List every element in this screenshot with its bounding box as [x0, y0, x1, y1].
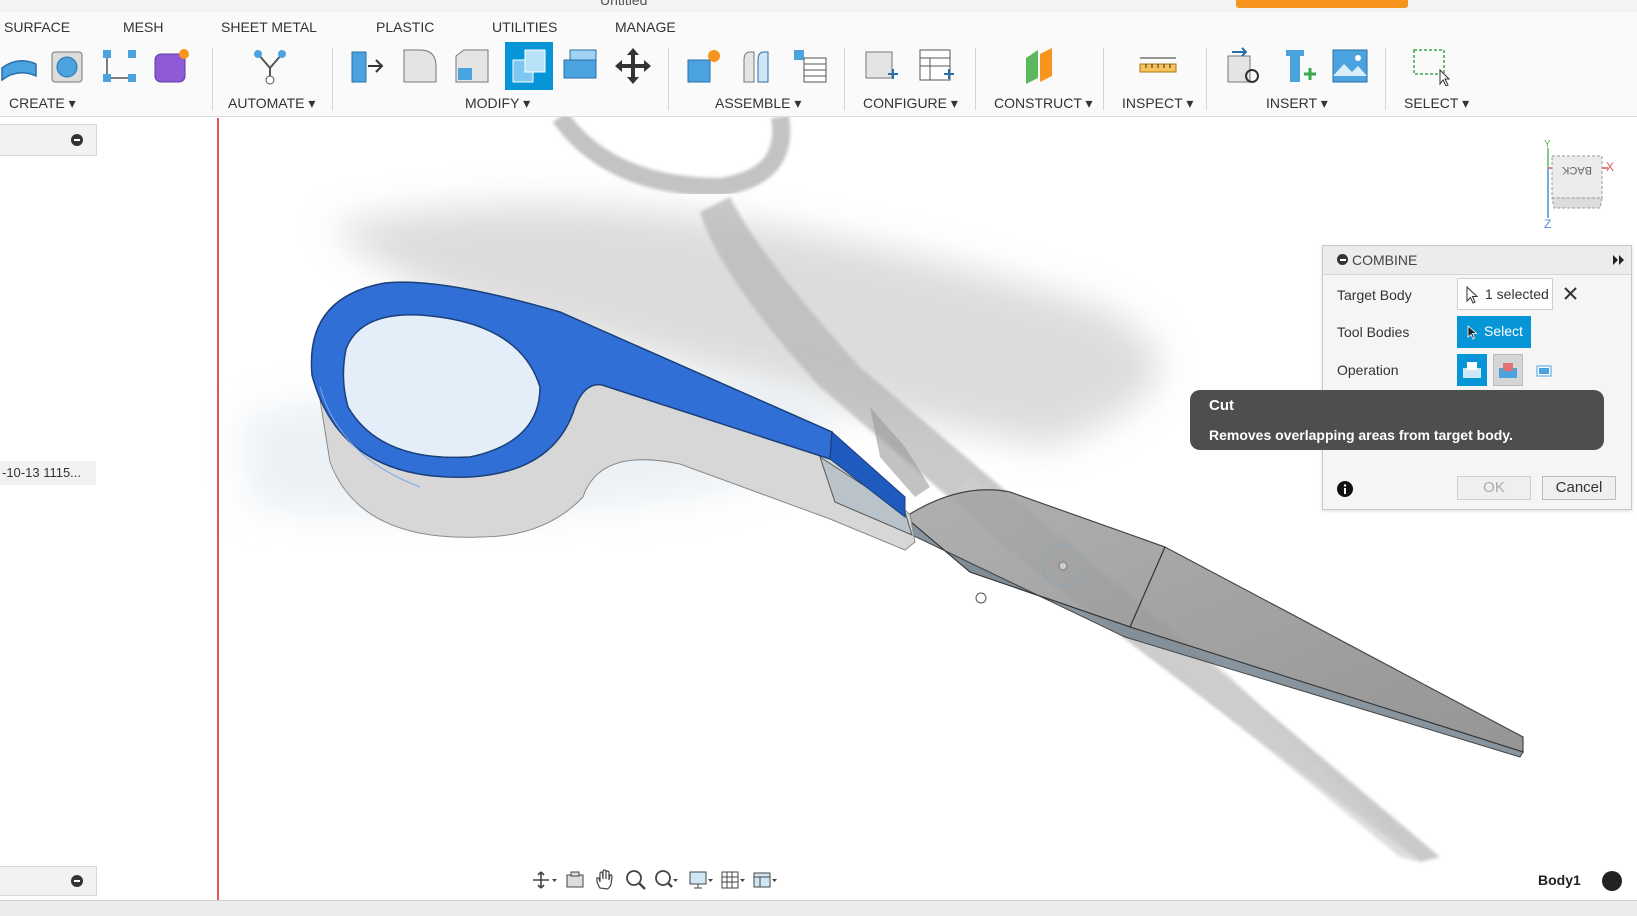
status-bar [0, 900, 1637, 916]
body-visibility-icon[interactable] [1602, 871, 1622, 891]
active-body-label: Body1 [1538, 872, 1581, 888]
tooltip-title: Cut [1209, 397, 1234, 414]
operation-intersect-button[interactable] [1529, 354, 1559, 386]
construct-plane-icon[interactable] [1020, 46, 1060, 86]
workspace-tabs: SURFACE MESH SHEET METAL PLASTIC UTILITI… [0, 12, 1637, 40]
zoom-icon[interactable] [623, 868, 649, 892]
bill-of-materials-icon[interactable] [790, 46, 830, 86]
toolbar-divider [1103, 48, 1104, 110]
combine-dialog: COMBINE Target Body 1 selected Tool Bodi… [1322, 245, 1632, 510]
select-menu[interactable]: SELECT ▾ [1404, 95, 1469, 112]
assemble-menu[interactable]: ASSEMBLE ▾ [715, 95, 801, 112]
automate-menu[interactable]: AUTOMATE ▾ [228, 95, 315, 112]
combine-dialog-title: COMBINE [1352, 252, 1418, 268]
create-menu[interactable]: CREATE ▾ [9, 95, 76, 112]
press-pull-icon[interactable] [348, 46, 388, 86]
title-accent-tab[interactable] [1236, 0, 1408, 8]
insert-canvas-icon[interactable] [1330, 46, 1370, 86]
expand-dialog-icon[interactable] [1613, 255, 1625, 265]
sketch-icon[interactable] [100, 46, 140, 86]
clear-selection-icon[interactable] [1564, 287, 1577, 300]
toolbar-divider [332, 48, 333, 110]
move-icon[interactable] [613, 46, 653, 86]
revolve-icon[interactable] [48, 46, 88, 86]
tab-mesh[interactable]: MESH [123, 19, 163, 35]
window-title: Untitled [600, 0, 648, 8]
pan-hand-icon[interactable] [592, 868, 618, 892]
look-at-icon[interactable] [562, 868, 588, 892]
info-icon[interactable] [1337, 481, 1353, 497]
ribbon-toolbar: CREATE ▾ AUTOMATE ▾ MODIFY ▾ ASSEMBLE ▾ [0, 40, 1637, 117]
tab-surface[interactable]: SURFACE [4, 19, 70, 35]
navigation-bar [528, 866, 828, 894]
z-axis-label: Z [1544, 217, 1551, 228]
toolbar-divider [844, 48, 845, 110]
construct-menu[interactable]: CONSTRUCT ▾ [994, 95, 1093, 112]
form-icon[interactable] [152, 46, 192, 86]
comments-panel-header [0, 866, 97, 896]
combine-icon[interactable] [505, 42, 553, 90]
tooltip-description: Removes overlapping areas from target bo… [1209, 427, 1513, 443]
insert-menu[interactable]: INSERT ▾ [1266, 95, 1328, 112]
ok-button[interactable]: OK [1457, 476, 1531, 500]
target-body-value: 1 selected [1485, 286, 1549, 302]
target-body-selector[interactable]: 1 selected [1457, 278, 1553, 310]
toolbar-divider [975, 48, 976, 110]
tab-sheet-metal[interactable]: SHEET METAL [221, 19, 317, 35]
sketch-axis-line [217, 118, 219, 900]
target-body-label: Target Body [1337, 287, 1412, 303]
x-axis-label: X [1606, 160, 1614, 174]
measure-icon[interactable] [1138, 46, 1178, 86]
inspect-menu[interactable]: INSPECT ▾ [1122, 95, 1193, 112]
toolbar-divider [668, 48, 669, 110]
browser-panel-header [0, 124, 97, 156]
modify-menu[interactable]: MODIFY ▾ [465, 95, 530, 112]
joint-icon[interactable] [736, 46, 776, 86]
tab-plastic[interactable]: PLASTIC [376, 19, 434, 35]
fillet-icon[interactable] [400, 46, 440, 86]
collapse-dialog-icon[interactable] [1337, 254, 1348, 265]
expand-icon[interactable] [71, 875, 83, 887]
y-axis-label: Y [1544, 139, 1551, 150]
offset-face-icon[interactable] [560, 46, 600, 86]
cursor-arrow-icon [1467, 325, 1478, 340]
toolbar-divider [1385, 48, 1386, 110]
tool-bodies-select-button[interactable]: Select [1457, 316, 1531, 348]
operation-label: Operation [1337, 362, 1399, 378]
configuration-table-icon[interactable] [916, 46, 956, 86]
viewports-icon[interactable] [752, 868, 778, 892]
operation-join-button[interactable] [1457, 354, 1487, 386]
new-component-icon[interactable] [684, 46, 724, 86]
viewcube-face-label: BACK [1561, 164, 1592, 176]
fit-zoom-icon[interactable] [653, 868, 679, 892]
display-settings-icon[interactable] [688, 868, 714, 892]
configure-icon[interactable] [862, 46, 902, 86]
insert-mcmaster-icon[interactable] [1278, 46, 1318, 86]
tab-manage[interactable]: MANAGE [615, 19, 676, 35]
tab-utilities[interactable]: UTILITIES [492, 19, 557, 35]
automate-icon[interactable] [250, 46, 290, 86]
orbit-icon[interactable] [532, 868, 558, 892]
title-bar: Untitled [0, 0, 1637, 12]
grid-settings-icon[interactable] [720, 868, 746, 892]
operation-cut-button[interactable] [1493, 354, 1523, 386]
cancel-button[interactable]: Cancel [1542, 476, 1616, 500]
toolbar-divider [1206, 48, 1207, 110]
tool-bodies-label: Tool Bodies [1337, 324, 1410, 340]
insert-derive-icon[interactable] [1224, 46, 1264, 86]
collapse-icon[interactable] [71, 134, 83, 146]
operation-tooltip: Cut Removes overlapping areas from targe… [1190, 390, 1604, 450]
toolbar-divider [212, 48, 213, 110]
window-select-icon[interactable] [1410, 46, 1450, 86]
extrude-surface-icon[interactable] [0, 46, 40, 86]
combine-dialog-header: COMBINE [1323, 246, 1631, 275]
scissor-blade-body[interactable] [903, 489, 1524, 758]
cursor-arrow-icon [1466, 286, 1479, 304]
configure-menu[interactable]: CONFIGURE ▾ [863, 95, 958, 112]
browser-item-canvas[interactable]: -10-13 1115... [0, 461, 96, 485]
tool-bodies-select-label: Select [1484, 323, 1523, 339]
chamfer-icon[interactable] [452, 46, 492, 86]
viewcube[interactable]: BACK X Y Z [1530, 138, 1620, 228]
